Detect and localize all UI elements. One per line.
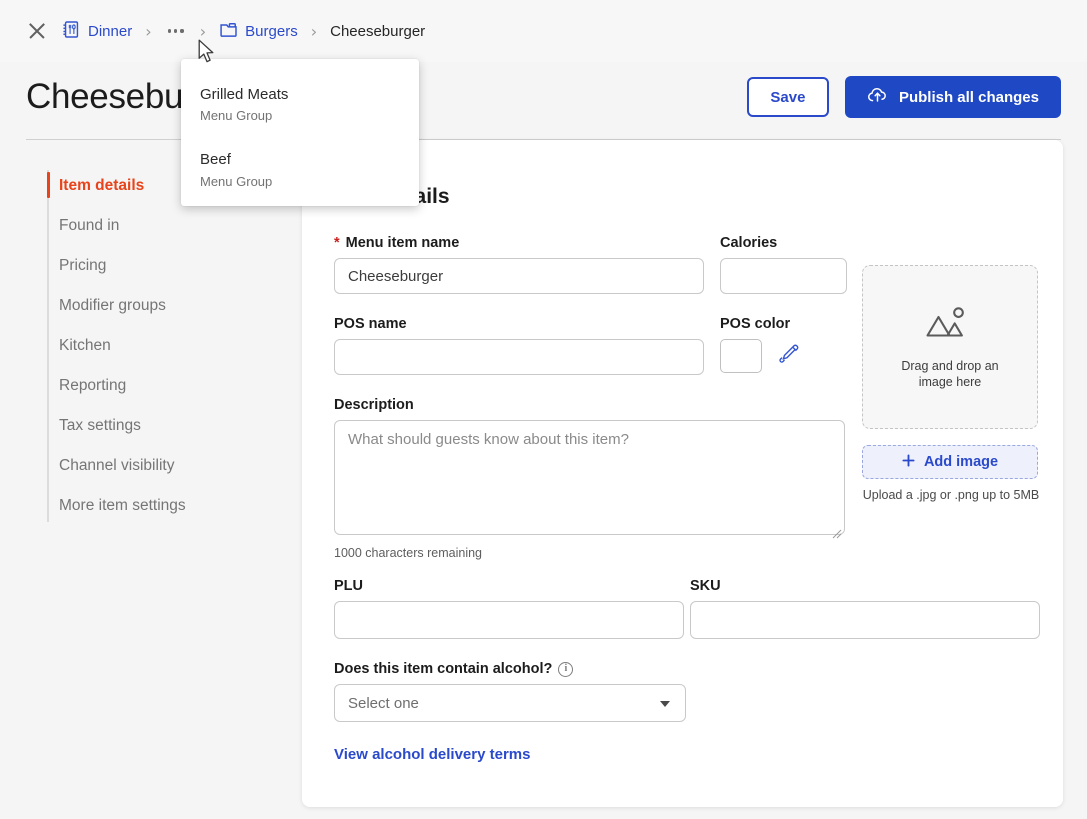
sidebar-item-channel-visibility[interactable]: Channel visibility [47,446,283,486]
active-indicator [47,172,50,198]
menu-item-title: Grilled Meats [200,86,289,103]
menu-item-beef[interactable]: Beef Menu Group [181,144,419,198]
publish-all-changes-button[interactable]: Publish all changes [844,76,1061,118]
plu-label: PLU [334,578,363,594]
sidebar-item-label: Found in [59,217,120,234]
ellipsis-icon [180,29,184,33]
sku-label: SKU [690,578,721,594]
form-row-plu-sku: PLU SKU [334,578,1040,639]
sidebar-item-label: Tax settings [59,417,141,434]
pos-name-label: POS name [334,316,407,332]
add-image-label: Add image [923,454,999,470]
view-alcohol-delivery-terms-link[interactable]: View alcohol delivery terms [334,746,530,763]
sidebar-item-label: Pricing [59,257,107,274]
sku-input[interactable] [690,601,1040,639]
menu-item-subtitle: Menu Group [200,108,273,124]
breadcrumb-overflow-button[interactable] [165,25,187,36]
breadcrumb-item-dinner[interactable]: Dinner [62,20,132,43]
sidebar-item-found-in[interactable]: Found in [47,206,283,246]
sidebar-item-label: Reporting [59,377,127,394]
alcohol-field-group: Does this item contain alcohol? i Select… [334,661,1040,722]
breadcrumb-separator: › [145,21,152,41]
pos-name-field-group: POS name [334,316,704,375]
breadcrumb-item-current: Cheeseburger [330,23,425,40]
calories-field-group: Calories [720,235,847,294]
breadcrumb-label-burgers: Burgers [245,22,298,40]
description-textarea[interactable] [334,420,845,535]
sidebar-item-tax-settings[interactable]: Tax settings [47,406,283,446]
breadcrumb-label-dinner: Dinner [88,22,133,40]
breadcrumb-separator: › [310,21,318,41]
save-button[interactable]: Save [746,77,829,117]
sidebar-item-label: Modifier groups [59,297,166,314]
image-placeholder-icon [925,304,975,349]
dropzone-text: Drag and drop an image here [901,358,999,389]
pos-color-field-group: POS color [720,316,847,375]
cloud-upload-icon [867,86,888,108]
ellipsis-icon [167,29,171,33]
eyedropper-icon[interactable] [778,343,799,369]
plu-field-group: PLU [334,578,684,639]
sidebar-item-pricing[interactable]: Pricing [47,246,283,286]
sidebar-item-more-item-settings[interactable]: More item settings [47,486,283,526]
menu-book-icon [62,20,81,43]
sidebar-item-label: Kitchen [59,337,111,354]
breadcrumb-label-current: Cheeseburger [330,22,426,40]
plus-icon [902,453,915,471]
image-upload-panel: Drag and drop an image here Add image Up… [862,265,1040,502]
folder-icon [219,21,238,42]
menu-item-grilled-meats[interactable]: Grilled Meats Menu Group [181,79,419,133]
ellipsis-icon [173,29,178,33]
pos-name-input[interactable] [334,339,704,375]
menu-item-title: Beef [200,151,231,169]
menu-item-subtitle: Menu Group [200,173,273,189]
calories-label: Calories [720,235,778,251]
close-icon[interactable] [26,20,48,42]
sku-field-group: SKU [690,578,1040,639]
alcohol-select-value: Select one [348,694,419,712]
item-details-card: Item details * Menu item name Calories [302,140,1063,807]
pos-color-swatch[interactable] [720,339,762,373]
image-dropzone[interactable]: Drag and drop an image here [862,265,1038,429]
breadcrumb-bar: Dinner › › Burgers › Cheeseburger [0,0,1087,62]
header-actions: Save Publish all changes [746,76,1061,118]
add-image-button[interactable]: Add image [862,445,1038,479]
sidebar-item-label: More item settings [59,497,186,514]
menu-item-name-input[interactable] [334,258,704,294]
required-marker: * [334,235,340,251]
description-char-counter: 1000 characters remaining [334,546,482,560]
menu-item-name-field-group: * Menu item name [334,235,704,294]
publish-button-label: Publish all changes [898,88,1039,106]
menu-item-name-label: * Menu item name [334,235,460,251]
upload-note: Upload a .jpg or .png up to 5MB [862,488,1040,502]
sidebar-item-modifier-groups[interactable]: Modifier groups [47,286,283,326]
sidebar-item-reporting[interactable]: Reporting [47,366,283,406]
plu-input[interactable] [334,601,684,639]
sidebar-item-label: Channel visibility [59,457,175,474]
alcohol-select[interactable]: Select one [334,684,686,722]
breadcrumb-overflow-menu: Grilled Meats Menu Group Beef Menu Group [181,59,419,206]
breadcrumb-item-burgers[interactable]: Burgers [219,21,298,42]
item-settings-nav: Item details Found in Pricing Modifier g… [47,166,283,526]
menu-item-editor-page: Dinner › › Burgers › Cheeseburger Cheese… [0,0,1087,819]
pos-color-label: POS color [720,316,791,332]
info-icon[interactable]: i [558,661,574,677]
sidebar-item-kitchen[interactable]: Kitchen [47,326,283,366]
alcohol-label: Does this item contain alcohol? i [334,661,1040,677]
sidebar-item-label: Item details [59,177,145,194]
calories-input[interactable] [720,258,847,294]
page-header: Cheeseburger Save Publish all changes [0,66,1087,128]
breadcrumb-separator: › [199,21,207,41]
chevron-down-icon [660,701,670,707]
